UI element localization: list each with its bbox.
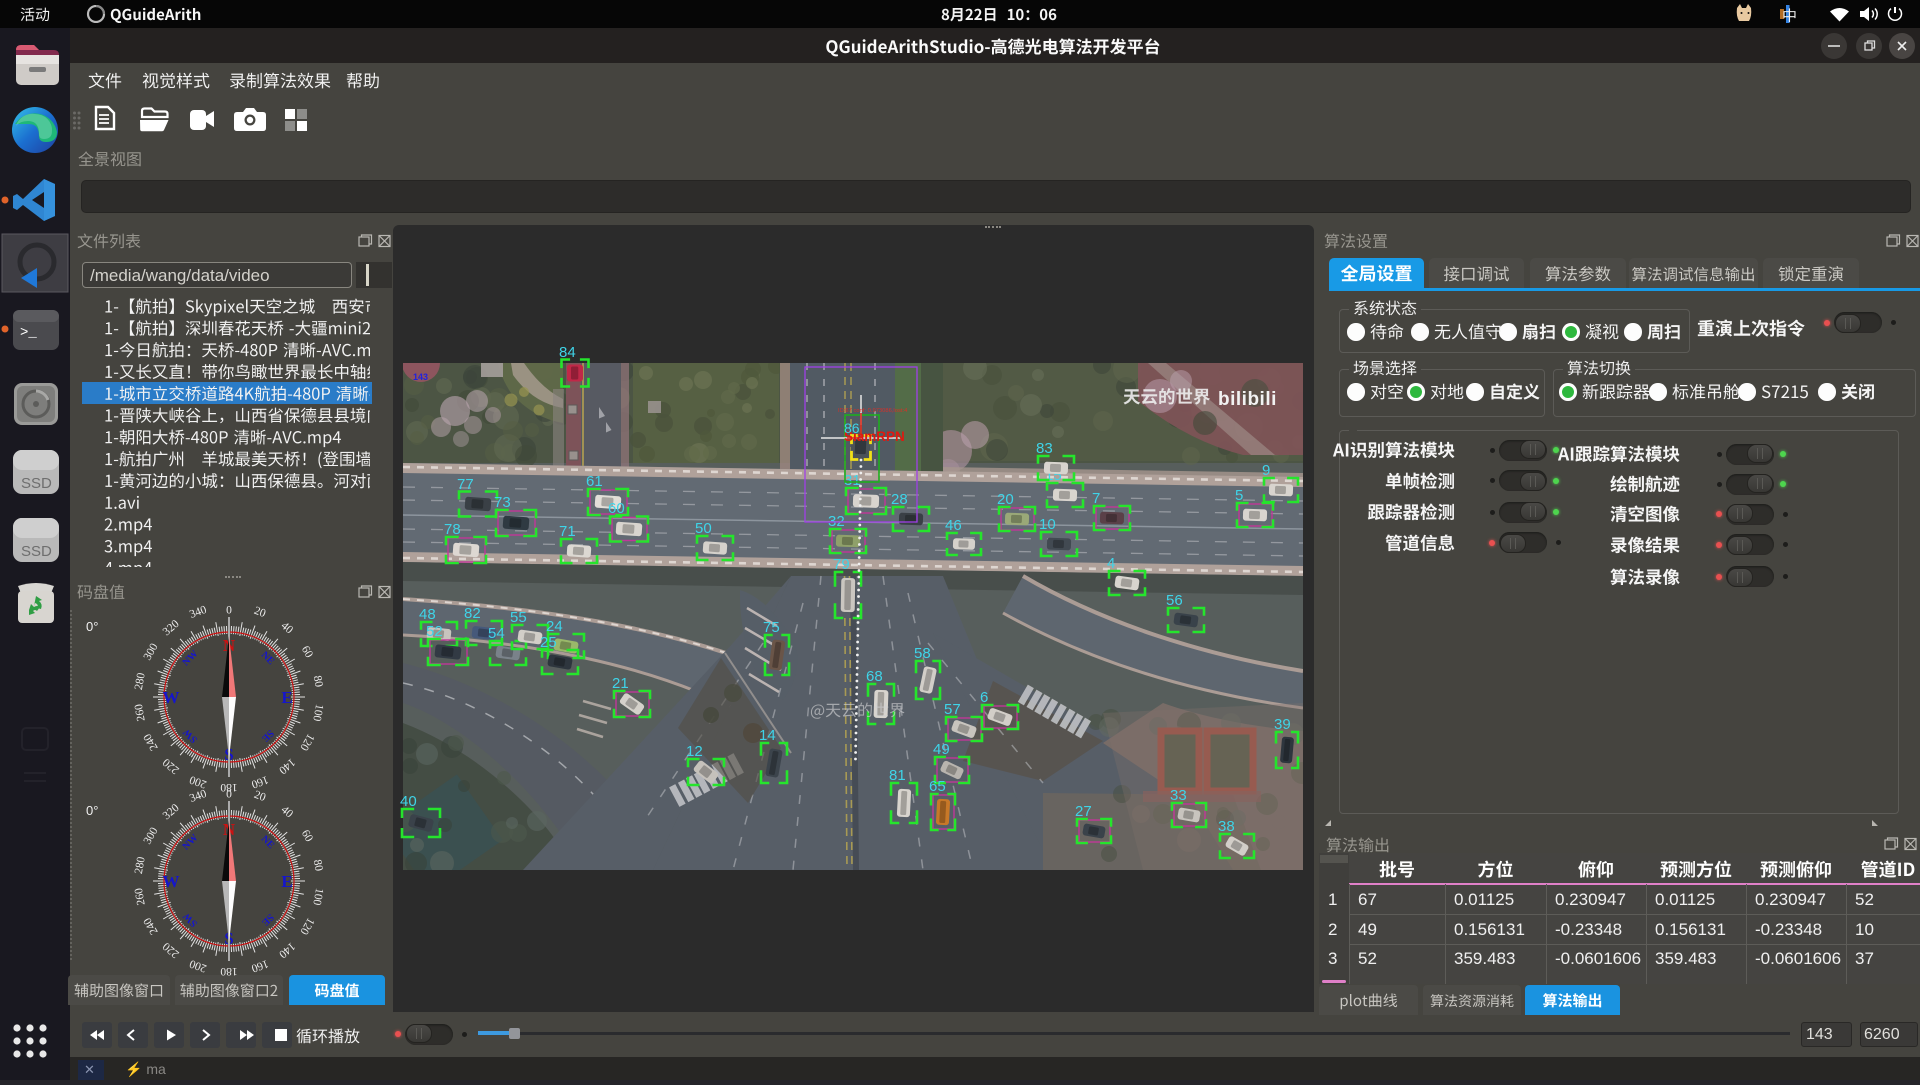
svg-text:78: 78 (444, 521, 461, 538)
svg-text:58: 58 (914, 645, 931, 662)
svg-text:52: 52 (426, 623, 443, 640)
svg-text:0: 0 (226, 605, 232, 617)
svg-text:68: 68 (866, 668, 883, 685)
svg-text:24: 24 (546, 618, 563, 635)
svg-text:143: 143 (413, 372, 428, 382)
svg-text:27: 27 (1075, 803, 1092, 820)
svg-text:>_: >_ (20, 325, 37, 341)
svg-text:SW: SW (181, 910, 200, 929)
svg-text:38: 38 (1218, 818, 1235, 835)
svg-text:86: 86 (844, 420, 860, 436)
svg-text:200: 200 (188, 957, 209, 974)
svg-text:100: 100 (310, 887, 325, 906)
svg-text:31: 31 (844, 472, 861, 489)
svg-text:W: W (163, 688, 180, 707)
svg-text:21: 21 (612, 675, 629, 692)
svg-text:280: 280 (133, 856, 148, 875)
svg-text:SE: SE (259, 911, 276, 928)
svg-text:77: 77 (457, 476, 474, 493)
svg-text:46: 46 (945, 517, 962, 534)
svg-text:39: 39 (1274, 716, 1291, 733)
svg-text:10: 10 (1039, 516, 1056, 533)
svg-text:E: E (281, 688, 292, 707)
svg-text:49: 49 (933, 741, 950, 758)
svg-text:57: 57 (944, 701, 961, 718)
svg-text:75: 75 (763, 619, 780, 636)
svg-text:320: 320 (161, 802, 182, 822)
svg-text:50: 50 (695, 520, 712, 537)
svg-text:300: 300 (142, 641, 161, 662)
svg-text:320: 320 (161, 618, 182, 638)
svg-text:60: 60 (299, 644, 315, 660)
svg-text:55: 55 (510, 609, 527, 626)
svg-text:300: 300 (142, 825, 161, 846)
svg-text:NE: NE (259, 650, 277, 668)
svg-text:82: 82 (464, 605, 481, 622)
svg-text:40: 40 (279, 620, 296, 637)
svg-text:E: E (281, 872, 292, 891)
svg-text:100: 100 (310, 703, 325, 722)
svg-text:240: 240 (141, 731, 160, 752)
svg-text:240: 240 (141, 915, 160, 936)
svg-text:160: 160 (249, 957, 270, 974)
svg-text:140: 140 (276, 940, 297, 960)
svg-text:4: 4 (1107, 555, 1115, 572)
svg-text:25: 25 (540, 634, 557, 651)
svg-text:80: 80 (311, 859, 325, 873)
svg-text:340: 340 (188, 604, 209, 621)
svg-text:120: 120 (297, 732, 316, 753)
svg-text:140: 140 (276, 756, 297, 776)
svg-text:40: 40 (279, 804, 296, 821)
svg-text:20: 20 (252, 605, 267, 620)
svg-text:ID:67 conf: 0.973086,lost:4: ID:67 conf: 0.973086,lost:4 (838, 408, 908, 414)
svg-text:9: 9 (1262, 462, 1270, 479)
svg-text:120: 120 (297, 916, 316, 937)
svg-text:180: 180 (220, 965, 238, 977)
svg-text:280: 280 (133, 672, 148, 691)
svg-text:0: 0 (226, 789, 232, 801)
svg-text:260: 260 (133, 887, 148, 906)
svg-text:60: 60 (608, 500, 625, 517)
svg-text:84: 84 (559, 344, 576, 361)
svg-text:79: 79 (833, 556, 850, 573)
svg-text:28: 28 (891, 491, 908, 508)
svg-text:48: 48 (419, 606, 436, 623)
svg-text:60: 60 (299, 828, 315, 844)
svg-text:83: 83 (1036, 440, 1053, 457)
svg-text:20: 20 (252, 789, 267, 804)
svg-text:20: 20 (997, 491, 1014, 508)
svg-text:SW: SW (181, 726, 200, 745)
svg-text:5: 5 (1235, 487, 1243, 504)
svg-text:73: 73 (494, 494, 511, 511)
svg-text:14: 14 (759, 727, 776, 744)
svg-text:80: 80 (311, 675, 325, 689)
svg-text:6: 6 (980, 689, 988, 706)
svg-text:71: 71 (559, 523, 576, 540)
svg-text:33: 33 (1170, 787, 1187, 804)
svg-text:220: 220 (161, 756, 182, 776)
svg-text:NE: NE (259, 834, 277, 852)
svg-text:220: 220 (161, 940, 182, 960)
svg-text:61: 61 (586, 473, 603, 490)
svg-text:65: 65 (929, 778, 946, 795)
svg-text:340: 340 (188, 788, 209, 805)
svg-text:7: 7 (1092, 490, 1100, 507)
svg-text:56: 56 (1166, 592, 1183, 609)
svg-text:SE: SE (259, 727, 276, 744)
svg-text:54: 54 (488, 625, 505, 642)
svg-text:40: 40 (400, 793, 417, 810)
svg-text:SSD: SSD (21, 543, 52, 560)
svg-text:81: 81 (889, 767, 906, 784)
svg-text:W: W (163, 872, 180, 891)
svg-text:SSD: SSD (21, 475, 52, 492)
svg-text:260: 260 (133, 703, 148, 722)
svg-text:12: 12 (686, 743, 703, 760)
